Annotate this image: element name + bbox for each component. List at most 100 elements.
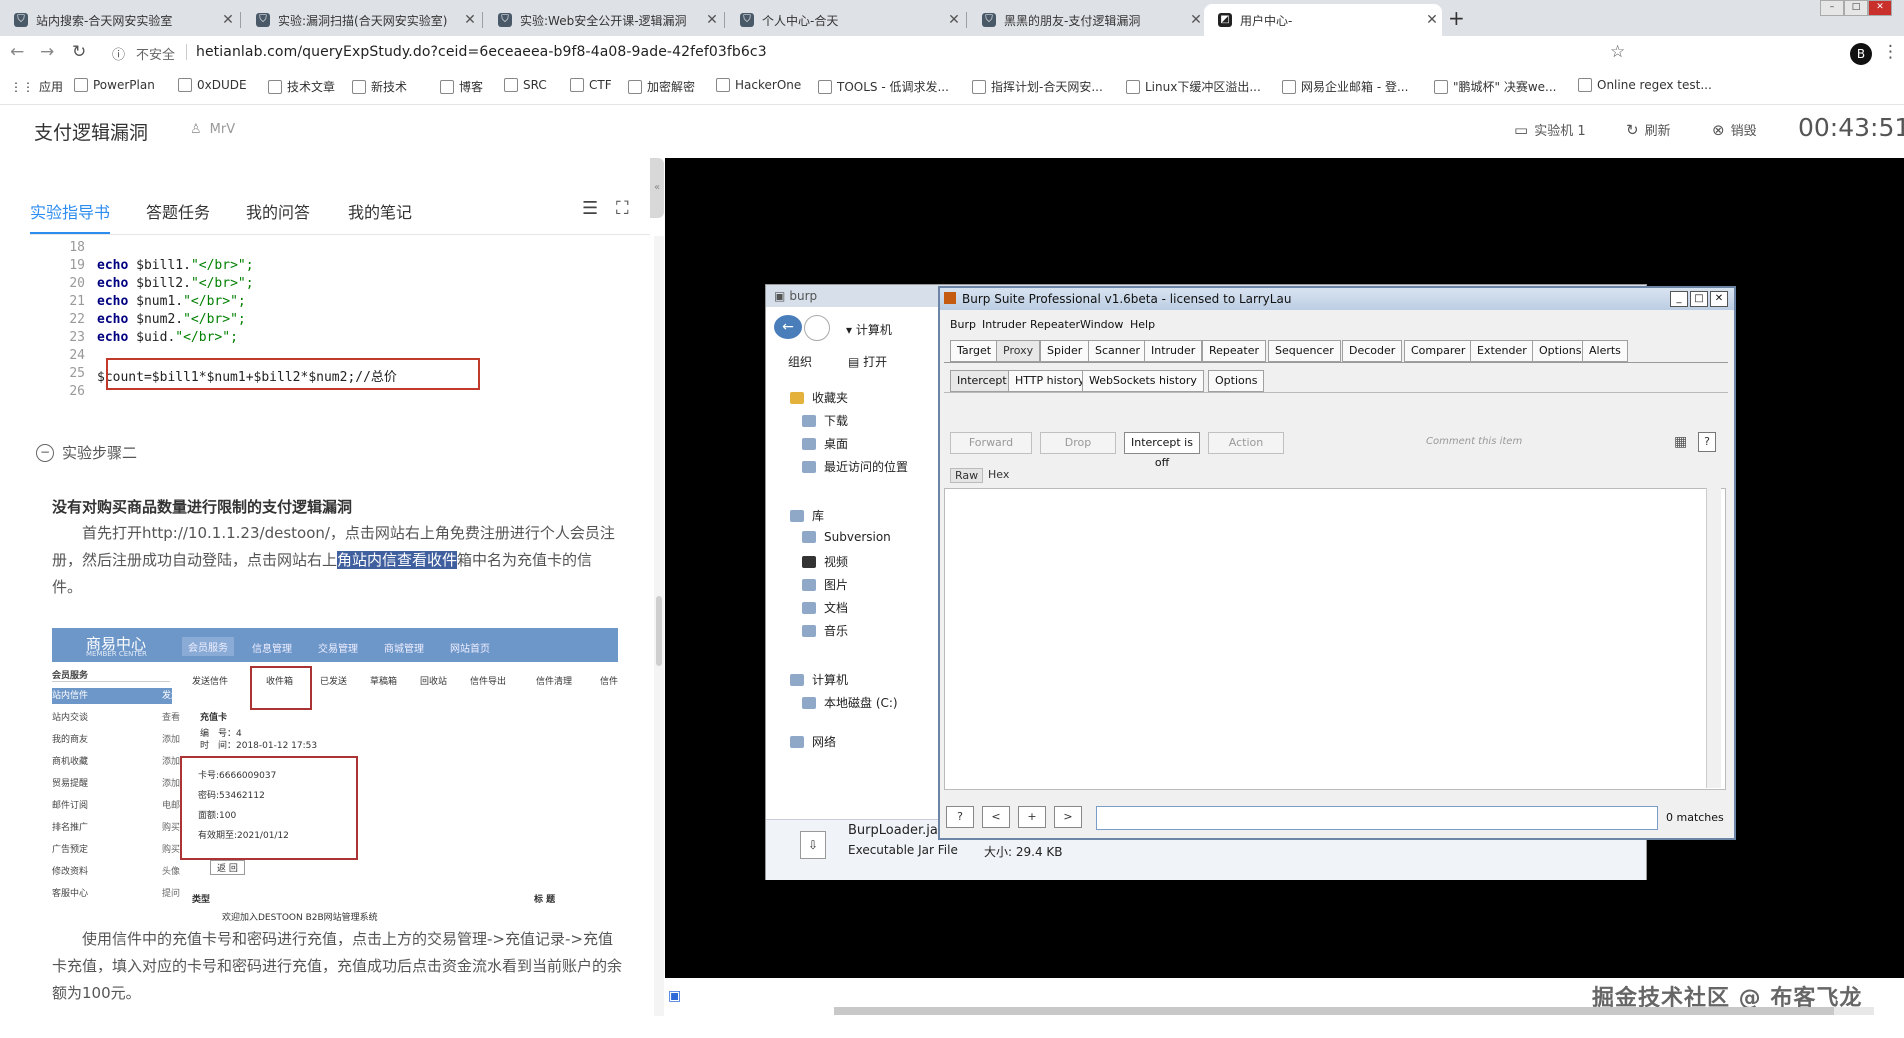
tree-item[interactable]: 计算机 [790, 671, 848, 688]
search-next-button[interactable]: > [1054, 806, 1082, 828]
search-help-button[interactable]: ? [946, 806, 974, 828]
action-button[interactable]: Action [1208, 432, 1284, 454]
close-window-icon[interactable]: ✕ [1868, 0, 1892, 16]
forward-icon[interactable]: → [40, 42, 54, 62]
subtab-websockets-history[interactable]: WebSockets history [1082, 370, 1204, 392]
menu-dots-icon[interactable]: ⋮ [1882, 42, 1899, 62]
bookmark-item[interactable]: Online regex test... [1578, 78, 1712, 92]
minimize-icon[interactable]: _ [1670, 291, 1688, 307]
tree-item[interactable]: Subversion [802, 530, 891, 544]
maximize-icon[interactable]: □ [1844, 0, 1868, 16]
profile-avatar[interactable]: B [1850, 43, 1872, 65]
bookmark-item[interactable]: 加密解密 [628, 78, 695, 95]
tree-item[interactable]: 下载 [802, 412, 848, 429]
close-icon[interactable]: ✕ [460, 12, 480, 28]
forward-button[interactable]: Forward [950, 432, 1032, 454]
explorer-path[interactable]: ▾ 计算机 [846, 321, 892, 338]
minimize-icon[interactable]: – [1820, 0, 1844, 16]
refresh-button[interactable]: ↻ 刷新 [1626, 120, 1671, 140]
browser-tab[interactable]: ⛉ 实验:漏洞扫描(合天网安实验室) ✕ [242, 4, 480, 36]
close-icon[interactable]: ✕ [218, 12, 238, 28]
search-add-button[interactable]: + [1018, 806, 1046, 828]
tree-item[interactable]: 桌面 [802, 435, 848, 452]
new-tab-button[interactable]: + [1448, 6, 1465, 30]
comment-input[interactable]: Comment this item [1426, 436, 1522, 447]
tree-item[interactable]: 网络 [790, 733, 836, 750]
menu-window[interactable]: Window [1080, 318, 1123, 331]
bookmark-item[interactable]: "鹏城杯" 决赛we... [1434, 78, 1557, 95]
scroll-thumb[interactable] [656, 596, 662, 666]
view-raw-tab[interactable]: Raw [950, 468, 984, 483]
close-icon[interactable]: ✕ [702, 12, 722, 28]
tree-item[interactable]: 图片 [802, 576, 848, 593]
menu-repeater[interactable]: Repeater [1030, 318, 1080, 331]
tree-item[interactable]: 最近访问的位置 [802, 458, 908, 475]
bookmark-item[interactable]: 0xDUDE [178, 78, 247, 92]
bookmark-item[interactable]: 技术文章 [268, 78, 335, 95]
drop-button[interactable]: Drop [1040, 432, 1116, 454]
tab-extender[interactable]: Extender [1470, 340, 1534, 362]
reload-icon[interactable]: ↻ [72, 42, 86, 62]
panel-collapse-handle[interactable]: « [650, 158, 664, 218]
menu-help[interactable]: Help [1130, 318, 1155, 331]
browser-tab[interactable]: ⛉ 实验:Web安全公开课-逻辑漏洞 ✕ [484, 4, 722, 36]
subtab-intercept[interactable]: Intercept [950, 370, 1014, 392]
menu-burp[interactable]: Burp [950, 318, 976, 331]
bookmark-item[interactable]: SRC [504, 78, 547, 92]
help-icon[interactable]: ? [1698, 432, 1716, 452]
bookmark-item[interactable]: PowerPlan [74, 78, 155, 92]
open-button[interactable]: ▤ 打开 [848, 353, 887, 370]
tab-options[interactable]: Options [1532, 340, 1589, 362]
browser-tab[interactable]: ⛉ 黑黑的朋友-支付逻辑漏洞 ✕ [968, 4, 1206, 36]
bookmark-item[interactable]: Linux下缓冲区溢出... [1126, 78, 1261, 95]
tab-answer-tasks[interactable]: 答题任务 [146, 199, 210, 223]
tree-item[interactable]: 视频 [802, 553, 848, 570]
bookmark-item[interactable]: TOOLS - 低调求发... [818, 78, 949, 95]
bookmark-item[interactable]: 网易企业邮箱 - 登... [1282, 78, 1408, 95]
security-warning[interactable]: 不安全 [136, 44, 175, 63]
tab-intruder[interactable]: Intruder [1144, 340, 1203, 362]
fullscreen-icon[interactable]: ⛶ [616, 198, 629, 219]
close-icon[interactable]: ✕ [944, 12, 964, 28]
editor-scrollbar[interactable] [1706, 488, 1721, 788]
tree-item[interactable]: 音乐 [802, 622, 848, 639]
bookmark-item[interactable]: 新技术 [352, 78, 407, 95]
bookmark-apps[interactable]: ⋮⋮ 应用 [10, 78, 63, 95]
tab-my-questions[interactable]: 我的问答 [246, 199, 310, 223]
tree-item[interactable]: 收藏夹 [790, 389, 848, 406]
left-panel-scrollbar[interactable] [654, 236, 664, 1016]
taskbar-icon[interactable]: ▣ [668, 988, 681, 1004]
list-icon[interactable]: ☰ [582, 198, 598, 219]
step-header[interactable]: − 实验步骤二 [36, 442, 137, 463]
tab-spider[interactable]: Spider [1040, 340, 1090, 362]
menu-intruder[interactable]: Intruder [982, 318, 1026, 331]
url-input[interactable]: hetianlab.com/queryExpStudy.do?ceid=6ece… [196, 44, 767, 60]
browser-tab[interactable]: ⛉ 个人中心-合天 ✕ [726, 4, 964, 36]
tab-sequencer[interactable]: Sequencer [1268, 340, 1341, 362]
lab-machine-button[interactable]: ▭ 实验机 1 [1514, 120, 1586, 140]
bookmark-item[interactable]: HackerOne [716, 78, 801, 92]
horizontal-scrollbar[interactable] [834, 1007, 1874, 1015]
back-icon[interactable]: ← [774, 315, 802, 339]
tree-item[interactable]: 文档 [802, 599, 848, 616]
destroy-button[interactable]: ⊗ 销毁 [1712, 120, 1757, 140]
tab-my-notes[interactable]: 我的笔记 [348, 199, 412, 223]
browser-tab[interactable]: ⛉ 站内搜索-合天网安实验室 ✕ [0, 4, 238, 36]
organize-button[interactable]: 组织 [788, 353, 812, 370]
tab-alerts[interactable]: Alerts [1582, 340, 1628, 362]
scroll-thumb[interactable] [834, 1007, 1834, 1015]
view-hex-tab[interactable]: Hex [984, 468, 1013, 481]
back-icon[interactable]: ← [10, 42, 24, 62]
forward-icon[interactable] [804, 315, 830, 341]
tree-item[interactable]: 库 [790, 507, 824, 524]
bookmark-item[interactable]: CTF [570, 78, 612, 92]
tab-target[interactable]: Target [950, 340, 999, 362]
tab-repeater[interactable]: Repeater [1202, 340, 1267, 362]
close-icon[interactable]: ✕ [1186, 12, 1206, 28]
close-icon[interactable]: ✕ [1710, 291, 1728, 307]
bookmark-item[interactable]: 指挥计划-合天网安... [972, 78, 1103, 95]
tree-item[interactable]: 本地磁盘 (C:) [802, 694, 898, 711]
subtab-http-history[interactable]: HTTP history [1008, 370, 1092, 392]
search-input[interactable] [1096, 806, 1658, 830]
intercept-toggle-button[interactable]: Intercept is off [1124, 432, 1200, 469]
